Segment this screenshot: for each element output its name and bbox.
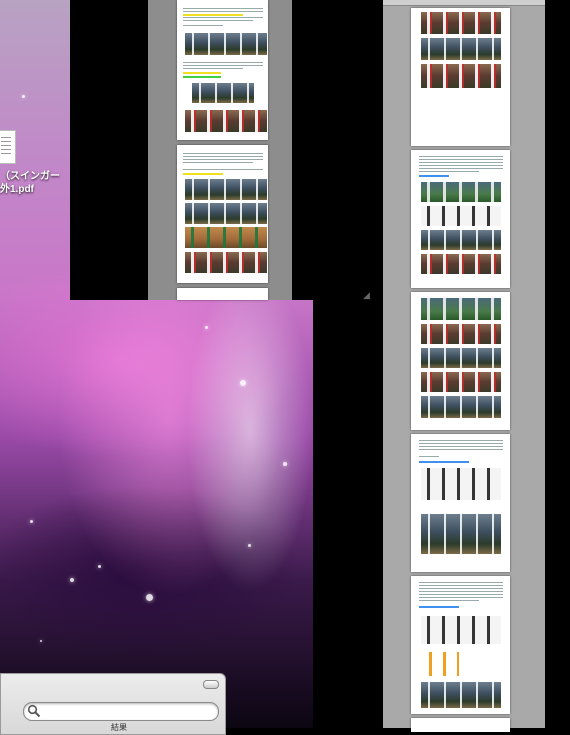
resize-grip-icon[interactable]: ◢ — [363, 290, 373, 300]
pdf-file-icon[interactable] — [0, 130, 16, 164]
page-thumbnail[interactable] — [411, 8, 510, 146]
spotlight-search-panel[interactable]: 結果 — [0, 673, 226, 735]
star — [98, 565, 101, 568]
star — [30, 520, 33, 523]
star — [248, 544, 251, 547]
search-field[interactable] — [23, 702, 219, 721]
star — [40, 640, 42, 642]
search-input[interactable] — [44, 704, 212, 718]
page-thumbnail[interactable] — [177, 288, 268, 300]
page-thumbnail[interactable] — [411, 292, 510, 430]
window-background — [313, 300, 383, 728]
page-thumbnail[interactable] — [411, 576, 510, 714]
page-thumbnail[interactable] — [177, 145, 268, 283]
page-thumbnail[interactable] — [411, 150, 510, 288]
window-titlebar[interactable] — [383, 0, 545, 6]
star — [70, 578, 74, 582]
pdf-document-window[interactable] — [383, 0, 545, 732]
search-icon — [27, 704, 41, 718]
star — [283, 462, 287, 466]
star — [205, 326, 208, 329]
star — [22, 95, 25, 98]
window-background — [545, 0, 570, 728]
star — [240, 380, 246, 386]
document-column[interactable] — [148, 0, 292, 300]
page-thumbnail[interactable] — [411, 434, 510, 572]
file-label[interactable]: （スインガー 外1.pdf — [0, 170, 70, 196]
toolbar-toggle-icon[interactable] — [203, 680, 219, 689]
star — [146, 594, 153, 601]
page-thumbnail[interactable] — [177, 0, 268, 140]
page-thumbnail[interactable] — [411, 718, 510, 732]
